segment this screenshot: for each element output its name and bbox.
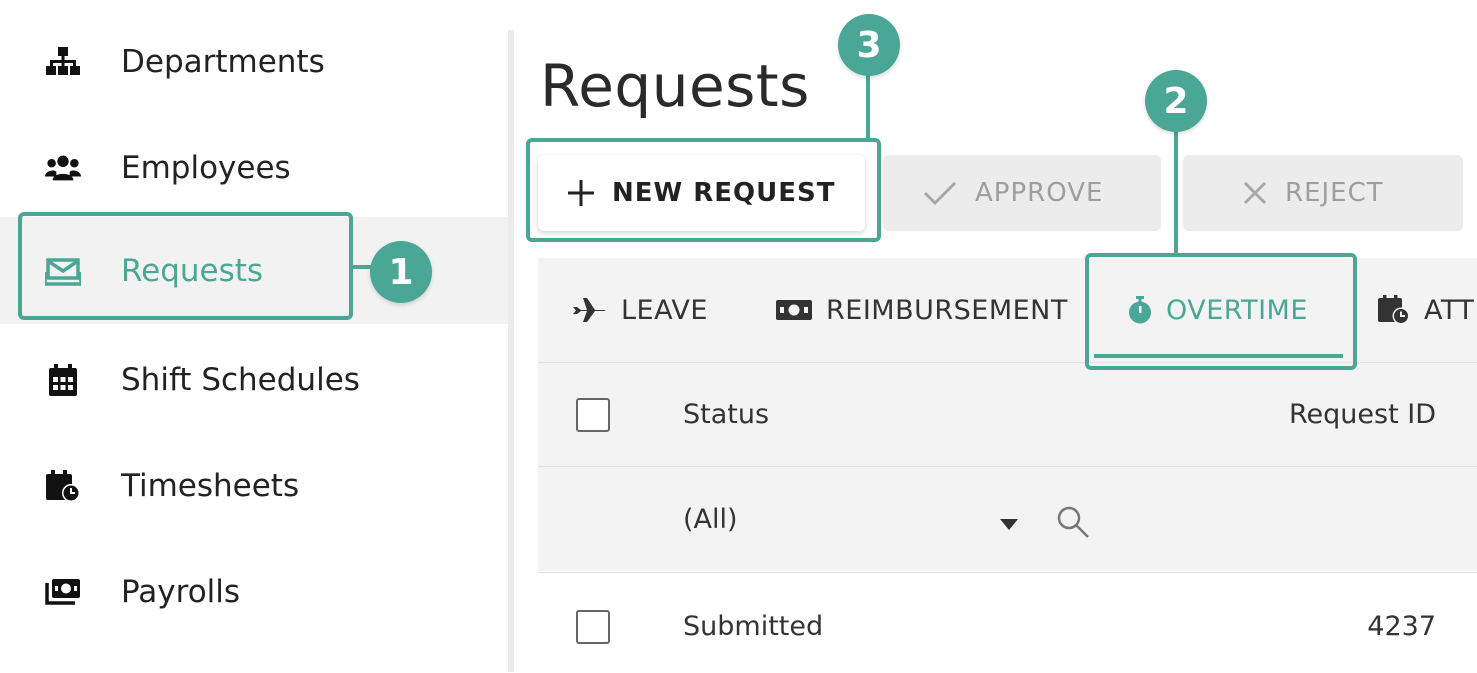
sidebar-item-label: Employees bbox=[121, 149, 291, 186]
row-status: Submitted bbox=[683, 611, 824, 642]
sidebar-item-label: Timesheets bbox=[121, 467, 300, 504]
calendar-clock-icon bbox=[1378, 295, 1410, 325]
plane-icon bbox=[573, 297, 607, 323]
highlight-new-request bbox=[526, 138, 881, 242]
money-icon bbox=[776, 298, 812, 322]
chevron-down-icon[interactable] bbox=[1000, 515, 1018, 534]
column-header-request-id[interactable]: Request ID bbox=[1289, 399, 1436, 430]
sidebar-item-employees[interactable]: Employees bbox=[0, 114, 510, 221]
sidebar-item-payrolls[interactable]: Payrolls bbox=[0, 538, 510, 645]
tab-label: ATT bbox=[1424, 294, 1475, 326]
tab-leave[interactable]: LEAVE bbox=[573, 258, 708, 362]
approve-label: APPROVE bbox=[975, 178, 1104, 208]
table-row[interactable]: Submitted 4237 bbox=[538, 572, 1477, 673]
highlight-overtime-tab bbox=[1085, 253, 1357, 370]
row-checkbox[interactable] bbox=[576, 610, 610, 644]
sidebar-divider bbox=[508, 30, 514, 672]
row-request-id: 4237 bbox=[1367, 611, 1436, 642]
callout-badge-2: 2 bbox=[1145, 70, 1207, 132]
tab-label: REIMBURSEMENT bbox=[826, 294, 1068, 326]
close-icon bbox=[1243, 181, 1267, 205]
approve-button[interactable]: APPROVE bbox=[883, 155, 1161, 231]
grid-header: Status Request ID bbox=[538, 362, 1477, 467]
tab-label: LEAVE bbox=[621, 294, 708, 326]
callout-badge-1: 1 bbox=[370, 241, 432, 303]
status-filter-value[interactable]: (All) bbox=[683, 504, 738, 535]
sidebar-item-label: Payrolls bbox=[121, 573, 241, 610]
sitemap-icon bbox=[45, 44, 81, 80]
callout-connector bbox=[1174, 125, 1178, 255]
page-title: Requests bbox=[540, 52, 810, 120]
highlight-requests-nav bbox=[18, 212, 353, 320]
callout-badge-3: 3 bbox=[838, 14, 900, 76]
sidebar-item-label: Departments bbox=[121, 43, 325, 80]
reject-button[interactable]: REJECT bbox=[1183, 155, 1463, 231]
select-all-checkbox[interactable] bbox=[576, 398, 610, 432]
users-icon bbox=[45, 150, 81, 186]
calendar-grid-icon bbox=[45, 362, 81, 398]
tab-reimbursement[interactable]: REIMBURSEMENT bbox=[776, 258, 1068, 362]
sidebar-item-shift-schedules[interactable]: Shift Schedules bbox=[0, 326, 510, 433]
sidebar-item-timesheets[interactable]: Timesheets bbox=[0, 432, 510, 539]
sidebar-item-label: Shift Schedules bbox=[121, 361, 360, 398]
sidebar: Departments Employees Requests Shift Sch… bbox=[0, 0, 510, 672]
calendar-clock-icon bbox=[45, 468, 81, 504]
search-icon[interactable] bbox=[1056, 505, 1090, 543]
sidebar-item-departments[interactable]: Departments bbox=[0, 8, 510, 115]
column-header-status[interactable]: Status bbox=[683, 399, 769, 430]
tab-attendance[interactable]: ATT bbox=[1378, 258, 1474, 362]
grid-filter-row: (All) bbox=[538, 466, 1477, 571]
reject-label: REJECT bbox=[1285, 178, 1384, 208]
money-stack-icon bbox=[45, 574, 81, 610]
check-icon bbox=[923, 180, 957, 206]
